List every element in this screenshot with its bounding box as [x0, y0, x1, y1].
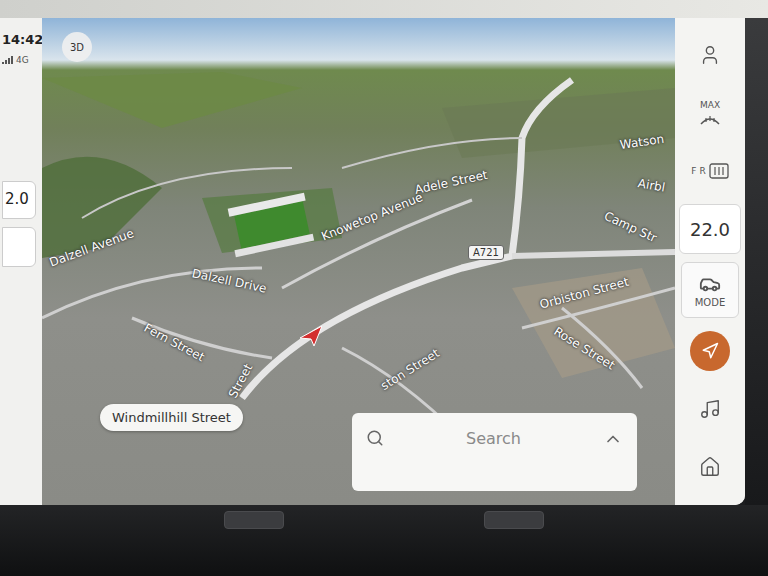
profile-icon — [699, 44, 721, 66]
rear-defrost-icon — [709, 163, 729, 179]
dashboard-top — [0, 0, 768, 18]
road-badge: A721 — [468, 245, 504, 260]
left-temperature[interactable]: 2.0 — [2, 181, 36, 219]
map-view[interactable]: 3DDalzell AvenueDalzell DriveFern Street… — [42, 18, 675, 505]
home-icon — [699, 456, 721, 478]
clock: 14:42 — [2, 32, 43, 47]
current-street-callout: Windmillhill Street — [100, 404, 243, 431]
search-placeholder: Search — [396, 429, 591, 448]
center-console — [0, 505, 768, 576]
street-label: Airbl — [637, 176, 666, 195]
street-label: Street — [226, 362, 255, 401]
search-icon — [366, 429, 384, 447]
status-strip: 14:42 4G 2.0 — [0, 18, 42, 505]
street-label: Camp Str — [602, 209, 659, 245]
defrost-icon — [699, 112, 721, 126]
search-bar[interactable]: Search — [352, 413, 637, 491]
home-button[interactable] — [684, 442, 736, 492]
side-panel: MAX F R 22.0 MODE — [675, 18, 745, 505]
street-label: ston Street — [378, 346, 442, 393]
car-icon — [699, 273, 721, 295]
street-label: Dalzell Drive — [191, 266, 268, 296]
signal-icon — [2, 56, 14, 64]
console-key[interactable] — [224, 511, 284, 529]
navigation-button[interactable] — [684, 326, 736, 376]
rear-defrost-button[interactable]: F R — [684, 146, 736, 196]
view-mode-button[interactable]: 3D — [62, 32, 92, 62]
music-icon — [699, 398, 721, 420]
infotainment-screen: 14:42 4G 2.03DDalzell AvenueDalzell DriveF… — [0, 18, 745, 505]
street-label: Adele Street — [414, 168, 489, 197]
left-control[interactable] — [2, 227, 36, 267]
chevron-up-icon[interactable] — [603, 429, 623, 449]
navigation-icon — [701, 342, 719, 360]
music-button[interactable] — [684, 384, 736, 434]
photo: 14:42 4G 2.03DDalzell AvenueDalzell DriveF… — [0, 0, 768, 576]
temperature-control[interactable]: 22.0 — [679, 204, 741, 254]
network-status: 4G — [2, 55, 29, 65]
vehicle-position-icon — [300, 326, 322, 346]
screen-bezel — [745, 18, 768, 505]
mode-button[interactable]: MODE — [681, 262, 739, 318]
profile-button[interactable] — [684, 30, 736, 80]
defrost-button[interactable]: MAX — [684, 88, 736, 138]
console-key[interactable] — [484, 511, 544, 529]
